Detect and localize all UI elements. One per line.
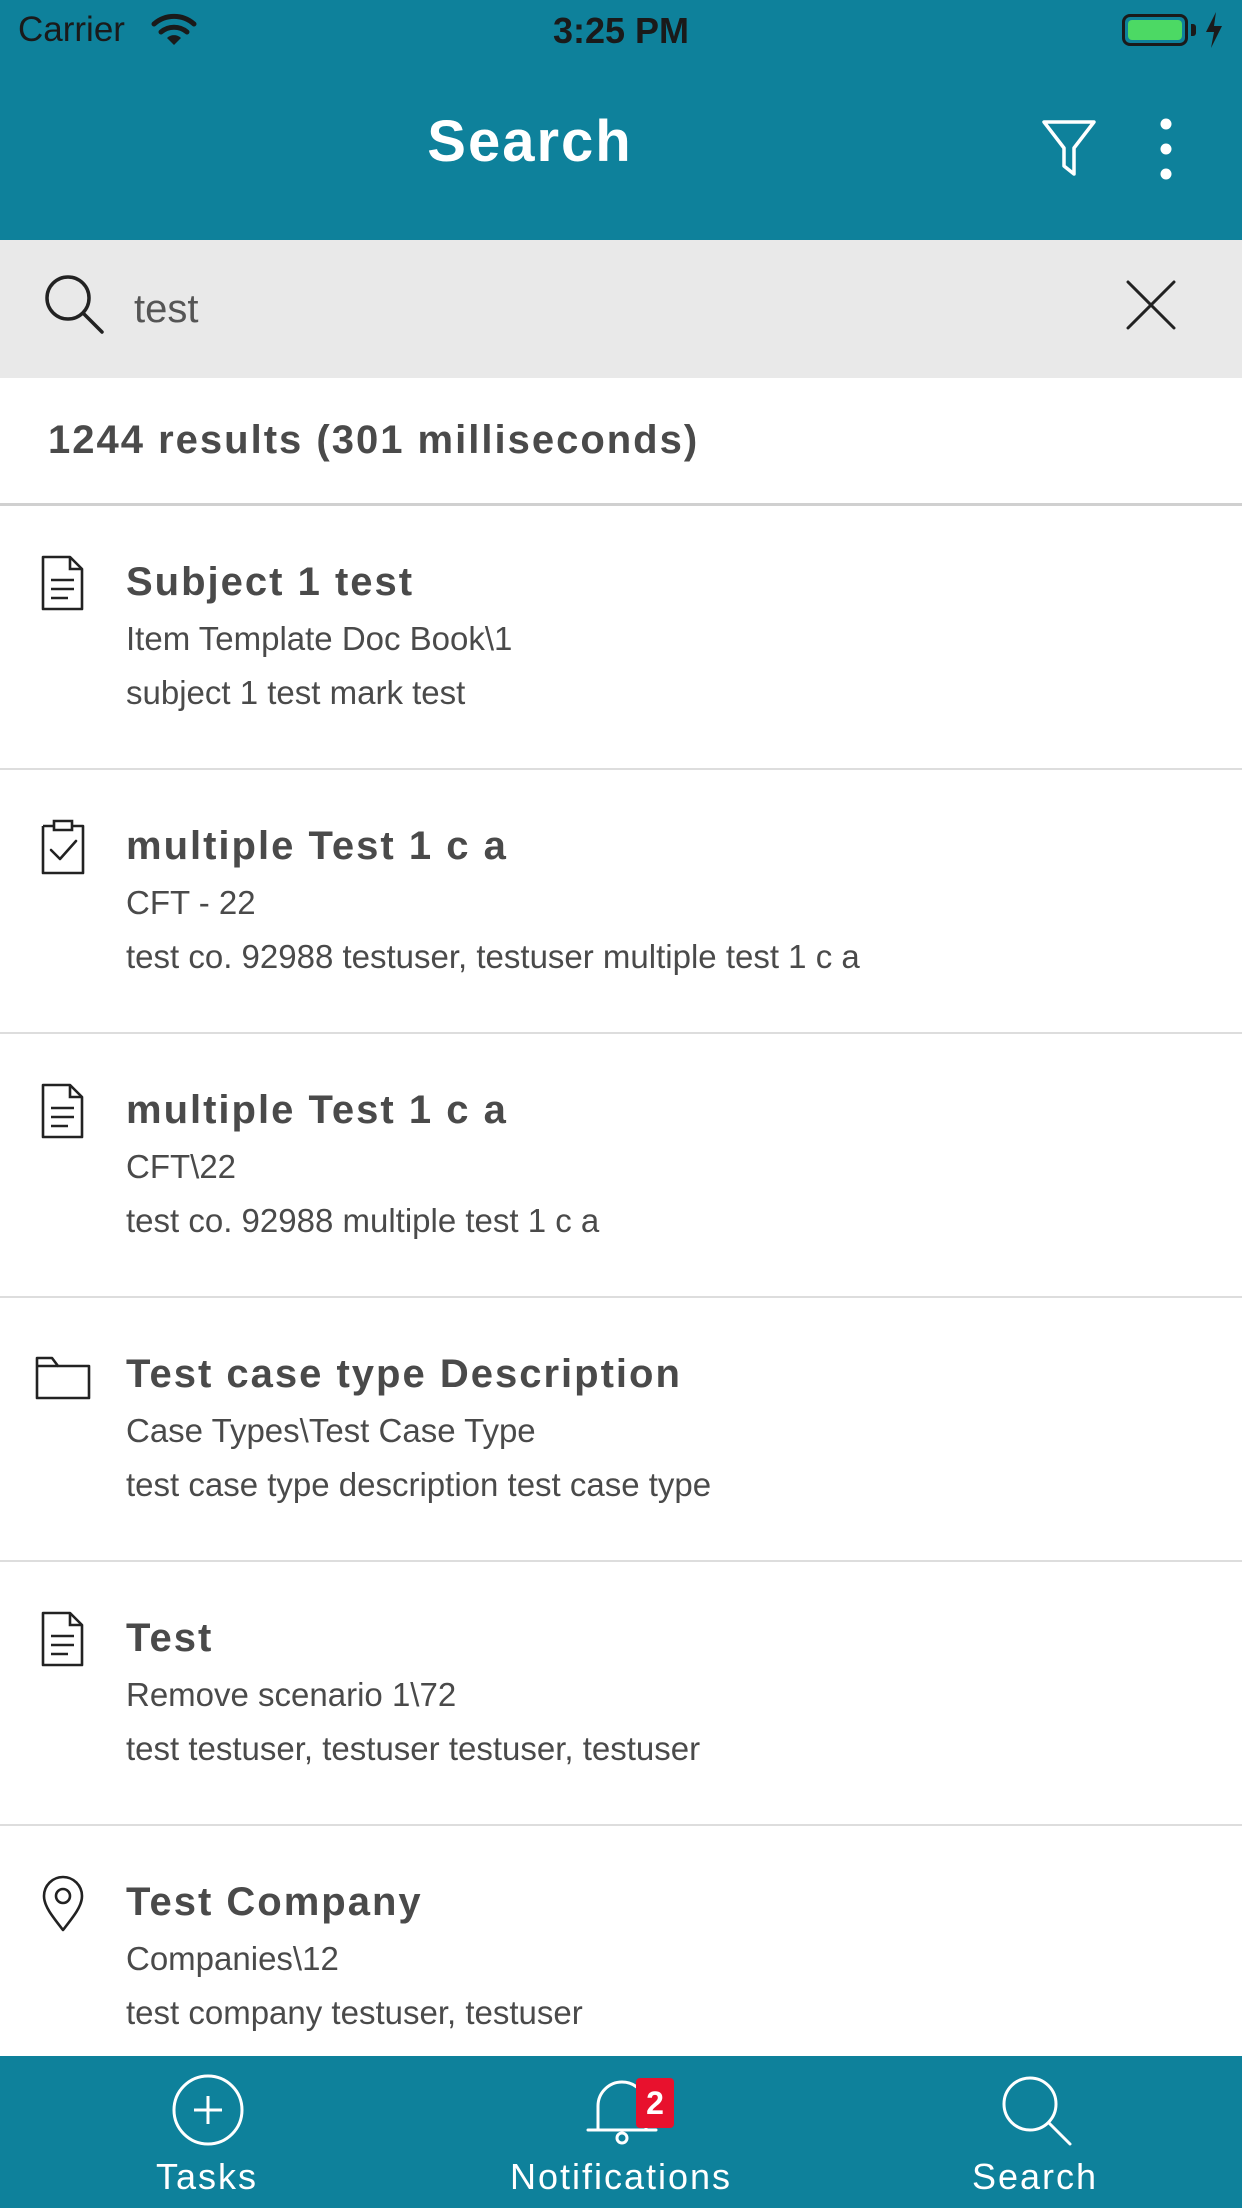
result-row[interactable]: multiple Test 1 c a CFT\22 test co. 9298… [0, 1034, 1242, 1298]
search-bar [0, 240, 1242, 378]
result-row[interactable]: Test Company Companies\12 test company t… [0, 1826, 1242, 2090]
battery-tip [1191, 24, 1196, 36]
tab-tasks[interactable]: Tasks [0, 2056, 414, 2208]
document-icon [41, 1611, 84, 1667]
result-path: CFT\22 [126, 1148, 237, 1185]
more-vertical-icon[interactable] [1148, 114, 1184, 184]
result-path: Case Types\Test Case Type [126, 1412, 536, 1449]
page-title: Search [427, 109, 633, 174]
plus-circle-icon [172, 2074, 244, 2146]
result-path: CFT - 22 [126, 884, 256, 921]
result-snippet: subject 1 test mark test [126, 674, 466, 711]
tab-notifications-label: Notifications [509, 2156, 733, 2197]
result-snippet: test company testuser, testuser [126, 1994, 583, 2031]
status-time: 3:25 PM [552, 10, 690, 51]
result-snippet: test co. 92988 multiple test 1 c a [126, 1202, 600, 1239]
clipboard-check-icon [41, 819, 85, 875]
charging-bolt-icon [1206, 12, 1222, 48]
filter-icon[interactable] [1040, 114, 1098, 182]
document-icon [41, 555, 84, 611]
tab-search-label: Search [971, 2156, 1099, 2197]
result-path: Remove scenario 1\72 [126, 1676, 457, 1713]
result-title: Test [126, 1616, 214, 1660]
notification-badge: 2 [636, 2078, 674, 2128]
tab-notifications[interactable]: 2 Notifications [414, 2056, 828, 2208]
result-title: Subject 1 test [126, 560, 415, 604]
search-icon [45, 275, 104, 334]
status-bar: Carrier 3:25 PM [0, 0, 1242, 62]
results-summary: 1244 results (301 milliseconds) [0, 378, 1242, 506]
result-title: multiple Test 1 c a [126, 824, 508, 868]
result-snippet: test case type description test case typ… [126, 1466, 712, 1503]
document-icon [41, 1083, 84, 1139]
tab-tasks-label: Tasks [155, 2156, 259, 2197]
result-row[interactable]: multiple Test 1 c a CFT - 22 test co. 92… [0, 770, 1242, 1034]
search-icon [1002, 2076, 1072, 2146]
top-bar: Carrier 3:25 PM Search [0, 0, 1242, 240]
battery-icon [1122, 14, 1188, 46]
location-pin-icon [42, 1875, 84, 1932]
result-title: Test Company [126, 1880, 423, 1924]
result-snippet: test co. 92988 testuser, testuser multip… [126, 938, 860, 975]
tab-bar: Tasks 2 Notifications Search [0, 2056, 1242, 2208]
search-input[interactable] [134, 274, 1034, 344]
result-title: multiple Test 1 c a [126, 1088, 508, 1132]
result-snippet: test testuser, testuser testuser, testus… [126, 1730, 701, 1767]
result-row[interactable]: Test case type Description Case Types\Te… [0, 1298, 1242, 1562]
result-title: Test case type Description [126, 1352, 682, 1396]
tab-search[interactable]: Search [828, 2056, 1242, 2208]
close-icon[interactable] [1122, 276, 1180, 334]
folder-icon [35, 1356, 91, 1400]
result-path: Item Template Doc Book\1 [126, 620, 513, 657]
results-summary-text: 1244 results (301 milliseconds) [48, 418, 700, 462]
result-row[interactable]: Test Remove scenario 1\72 test testuser,… [0, 1562, 1242, 1826]
result-row[interactable]: Subject 1 test Item Template Doc Book\1 … [0, 506, 1242, 770]
results-list: Subject 1 test Item Template Doc Book\1 … [0, 506, 1242, 2090]
result-path: Companies\12 [126, 1940, 339, 1977]
